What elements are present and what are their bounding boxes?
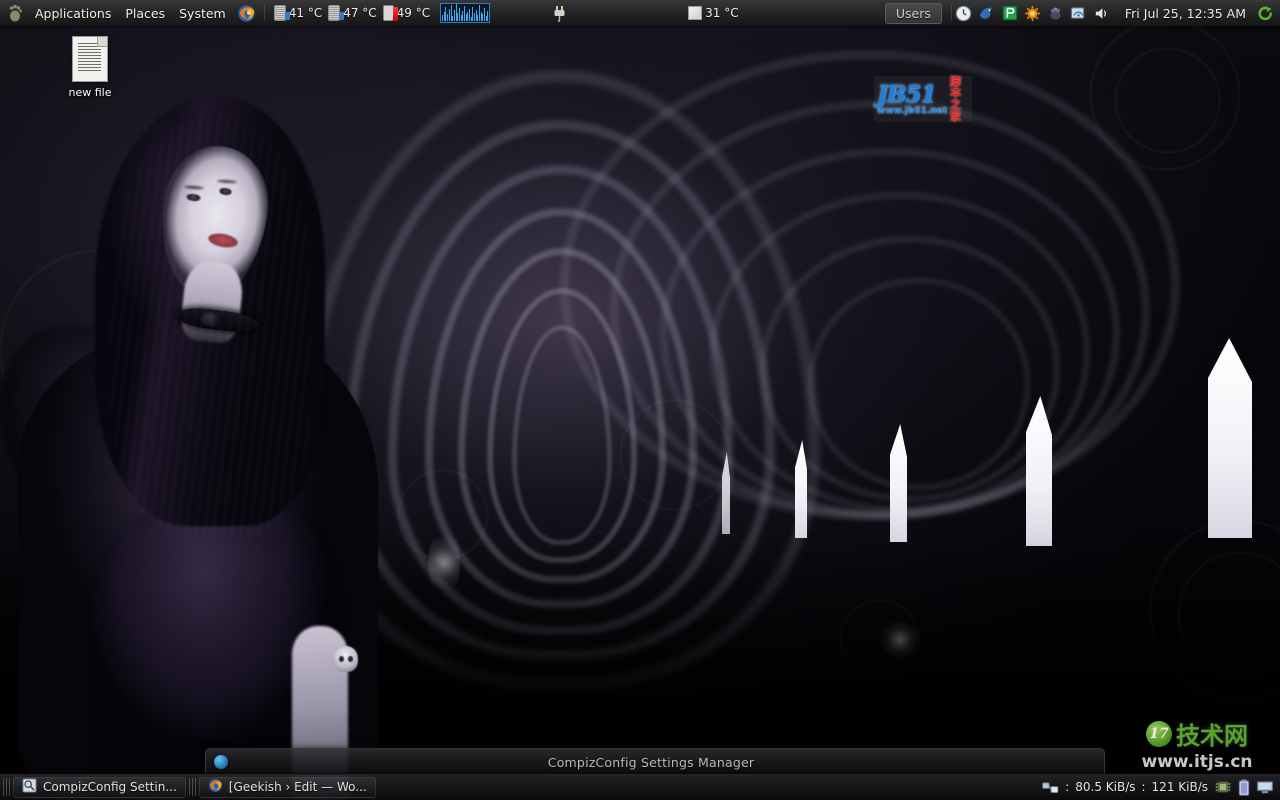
users-button[interactable]: Users	[885, 3, 942, 24]
text-document-icon	[72, 36, 108, 82]
itjs-badge: 17	[1146, 721, 1172, 747]
desktop-icon-new-file[interactable]: new file	[60, 36, 120, 112]
sensor-cpu-1-value: 41 °C	[289, 6, 322, 20]
jb51-cn-top: 脚本	[950, 76, 969, 99]
system-monitor-applet[interactable]	[440, 3, 490, 23]
taskbar-item-ccsm[interactable]: CompizConfig Settin...	[13, 777, 186, 798]
plain-sensor-icon	[688, 6, 702, 20]
gnome-foot-logo-icon	[4, 4, 28, 22]
clock-applet-icon[interactable]	[955, 4, 973, 22]
itjs-cn-text: 技术网	[1176, 716, 1248, 751]
bottom-panel: CompizConfig Settin... [Geekish › Edit —…	[0, 774, 1280, 800]
wallpaper-ring	[1115, 48, 1220, 153]
dark-app-icon[interactable]	[1047, 4, 1065, 22]
panel-separator	[951, 5, 952, 21]
logout-power-icon[interactable]	[1254, 2, 1276, 24]
chip-sensor-icon	[328, 5, 340, 21]
taskbar-item-firefox-label: [Geekish › Edit — Wo...	[229, 780, 367, 794]
sensor-thermometer-value: 49 °C	[397, 6, 430, 20]
jb51-url: www.jb51.net	[877, 107, 947, 116]
firefox-launcher[interactable]	[235, 2, 259, 24]
shaded-window-titlebar[interactable]: CompizConfig Settings Manager	[205, 748, 1105, 775]
system-tray	[955, 4, 1111, 22]
top-panel: Applications Places System 41 °C 47 °C 4…	[0, 0, 1280, 26]
jb51-brand: JB51	[877, 83, 947, 106]
menu-applications[interactable]: Applications	[28, 3, 118, 24]
sensor-cpu-2[interactable]: 47 °C	[328, 5, 376, 21]
menu-places[interactable]: Places	[118, 3, 172, 24]
firefox-icon	[208, 778, 223, 796]
network-separator-1: :	[1065, 780, 1069, 794]
panel-drag-handle[interactable]	[3, 778, 10, 796]
taskbar-item-ccsm-label: CompizConfig Settin...	[43, 780, 177, 794]
torrent-icon[interactable]	[1001, 4, 1019, 22]
thermometer-icon	[383, 5, 394, 21]
battery-icon[interactable]	[1235, 778, 1253, 796]
system-monitor-bars	[442, 5, 488, 21]
bird-messenger-icon[interactable]	[978, 4, 996, 22]
network-monitor-applet[interactable]: : 80.5 KiB/s : 121 KiB/s	[1041, 780, 1208, 794]
jb51-watermark: JB51 www.jb51.net 脚本 之家	[874, 76, 972, 122]
network-download-value: 80.5 KiB/s	[1075, 780, 1135, 794]
window-menu-icon[interactable]	[214, 755, 228, 769]
sensor-cpu-2-value: 47 °C	[343, 6, 376, 20]
jb51-cn-bottom: 之家	[950, 99, 969, 122]
sensor-ambient-value: 31 °C	[705, 6, 738, 20]
desktop-switcher-icon[interactable]	[1256, 778, 1274, 796]
desktop-icon-label: new file	[69, 86, 112, 99]
network-separator-2: :	[1142, 780, 1146, 794]
desktop[interactable]: new file JB51 www.jb51.net 脚本 之家 17 技术网 …	[0, 0, 1280, 800]
panel-drag-handle[interactable]	[189, 778, 196, 796]
network-manager-icon[interactable]	[1070, 4, 1088, 22]
itjs-url: www.itjs.cn	[1141, 752, 1252, 772]
sensor-ambient[interactable]: 31 °C	[688, 6, 738, 20]
wallpaper-ring	[620, 400, 730, 510]
window-title: CompizConfig Settings Manager	[228, 755, 1074, 770]
panel-separator	[264, 5, 265, 21]
power-plug-icon[interactable]	[550, 3, 568, 23]
clock-applet[interactable]: Fri Jul 25, 12:35 AM	[1117, 6, 1254, 21]
bottom-tray	[1214, 778, 1274, 796]
memory-monitor-icon[interactable]	[1214, 778, 1232, 796]
network-transfer-icon	[1041, 780, 1059, 794]
menu-system[interactable]: System	[172, 3, 233, 24]
wallpaper-figure	[0, 26, 430, 786]
chip-sensor-icon	[274, 5, 286, 21]
ccsm-icon	[22, 778, 37, 796]
taskbar-item-firefox[interactable]: [Geekish › Edit — Wo...	[199, 777, 376, 798]
firefox-icon	[237, 4, 256, 23]
sensor-cpu-1[interactable]: 41 °C	[274, 5, 322, 21]
update-manager-icon[interactable]	[1024, 4, 1042, 22]
volume-speaker-icon[interactable]	[1093, 4, 1111, 22]
network-upload-value: 121 KiB/s	[1152, 780, 1208, 794]
sensor-thermometer[interactable]: 49 °C	[383, 5, 430, 21]
